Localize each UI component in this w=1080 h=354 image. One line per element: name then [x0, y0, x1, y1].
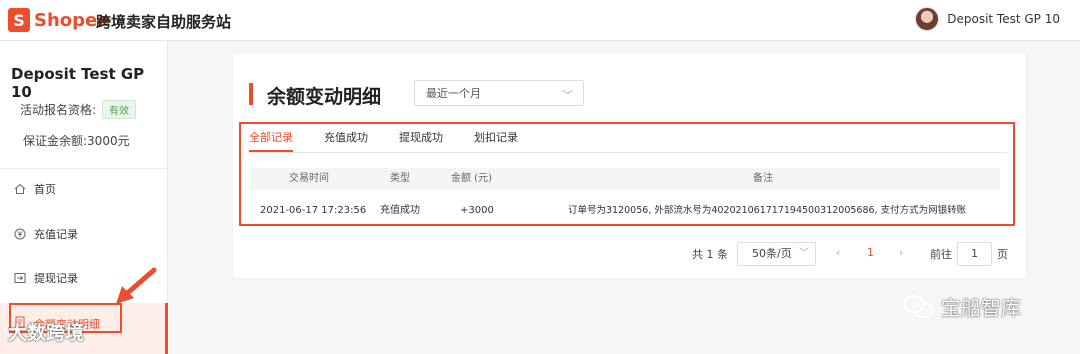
page-title: 余额变动明细: [267, 86, 382, 108]
activity-label: 活动报名资格:: [20, 103, 97, 117]
withdraw-icon: [14, 272, 26, 284]
user-menu[interactable]: Deposit Test GP 10: [915, 7, 1060, 31]
sidebar-item-recharge[interactable]: 充值记录: [0, 216, 168, 252]
deposit-balance: 保证金余额:3000元: [23, 134, 130, 148]
watermark-left-text: 大数跨境: [8, 322, 85, 344]
top-bar: S Shopee 跨境卖家自助服务站 Deposit Test GP 10: [0, 0, 1080, 41]
title-accent-bar: [249, 83, 253, 105]
page-size-value: 50条/页: [752, 247, 792, 260]
tab-deduction-records[interactable]: 划扣记录: [474, 126, 518, 150]
user-name: Deposit Test GP 10: [947, 12, 1060, 26]
cell-type: 充值成功: [380, 205, 420, 216]
watermark-right: 宝船智库: [903, 292, 1021, 321]
record-tabs: 全部记录 充值成功 提现成功 划扣记录: [249, 126, 549, 152]
shopee-logo[interactable]: S Shopee: [8, 8, 109, 32]
next-page-icon[interactable]: ›: [899, 246, 903, 259]
cell-note: 订单号为3120056, 外部流水号为402021061717194500312…: [568, 205, 967, 216]
home-icon: [14, 183, 26, 195]
tab-withdraw-success[interactable]: 提现成功: [399, 126, 443, 150]
sidebar-item-label: 提现记录: [34, 272, 78, 285]
goto-label: 前往: [930, 248, 952, 261]
shopee-bag-icon: S: [8, 8, 30, 32]
sidebar-item-home[interactable]: 首页: [0, 171, 168, 207]
yen-icon: [14, 228, 26, 240]
chevron-down-icon: ﹀: [562, 89, 573, 102]
column-header-time: 交易时间: [289, 173, 329, 184]
tab-recharge-success[interactable]: 充值成功: [324, 126, 368, 150]
site-title: 跨境卖家自助服务站: [96, 13, 232, 31]
watermark-right-text: 宝船智库: [941, 296, 1021, 320]
watermark-left: 大数跨境: [8, 318, 84, 345]
page-size-select[interactable]: 50条/页 ﹀: [737, 242, 816, 266]
status-badge: 有效: [102, 100, 137, 119]
goto-page-input[interactable]: 1: [957, 242, 992, 266]
sidebar-item-label: 首页: [34, 183, 56, 196]
period-select[interactable]: 最近一个月 ﹀: [414, 80, 584, 106]
annotation-arrow-icon: [116, 267, 157, 304]
cell-amount: +3000: [460, 205, 494, 216]
sidebar-item-label: 充值记录: [34, 228, 78, 241]
page-suffix: 页: [997, 248, 1008, 261]
column-header-note: 备注: [753, 173, 773, 184]
page-number-current[interactable]: 1: [867, 246, 874, 259]
tab-underline: [249, 152, 1007, 153]
prev-page-icon[interactable]: ‹: [836, 246, 840, 259]
chevron-down-icon: ﹀: [799, 248, 809, 259]
column-header-amount: 金额 (元): [451, 173, 492, 184]
cell-time: 2021-06-17 17:23:56: [260, 205, 367, 216]
active-indicator: [165, 303, 168, 354]
sidebar-divider: [0, 168, 168, 169]
avatar: [915, 7, 940, 31]
tab-all-records[interactable]: 全部记录: [249, 126, 293, 152]
table-header: 交易时间 类型 金额 (元) 备注: [250, 168, 1000, 190]
wechat-icon: [903, 294, 933, 318]
table-row: 2021-06-17 17:23:56 充值成功 +3000 订单号为31200…: [250, 200, 1000, 222]
balance-detail-card: 余额变动明细 最近一个月 ﹀ 全部记录 充值成功 提现成功 划扣记录 交易时间 …: [233, 54, 1026, 278]
pagination-total: 共 1 条: [692, 248, 728, 261]
column-header-type: 类型: [390, 173, 410, 184]
shop-name: Deposit Test GP 10: [11, 65, 145, 101]
pagination: 共 1 条 50条/页 ﹀ ‹ 1 › 前往 1 页: [233, 242, 1026, 266]
activity-eligibility: 活动报名资格: 有效: [20, 100, 137, 119]
period-select-value: 最近一个月: [426, 87, 481, 100]
